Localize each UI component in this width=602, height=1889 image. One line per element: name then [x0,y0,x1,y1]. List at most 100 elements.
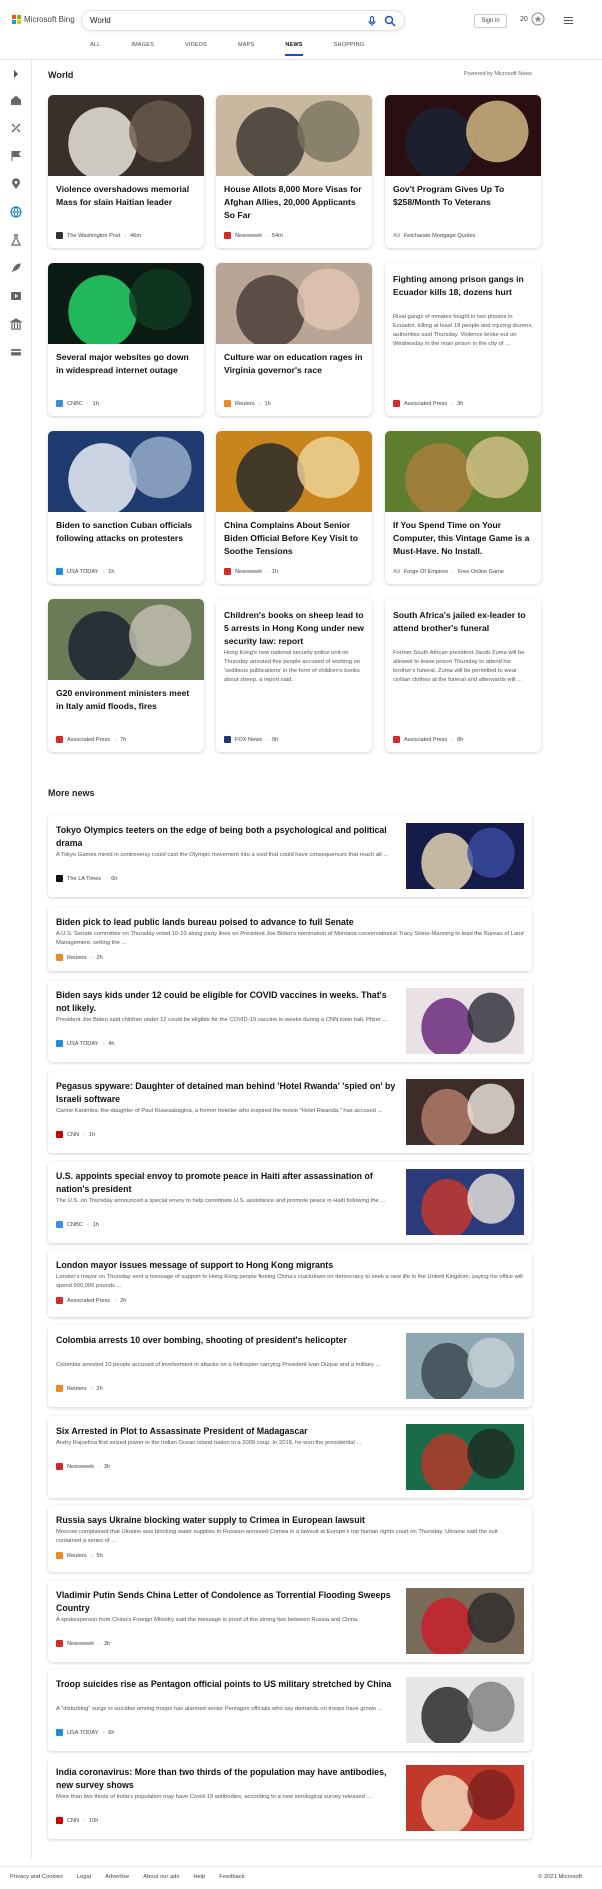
news-card[interactable]: China Complains About Senior Biden Offic… [216,431,372,584]
news-title[interactable]: Russia says Ukraine blocking water suppl… [56,1514,524,1527]
news-thumbnail[interactable] [406,1677,524,1747]
home-icon[interactable] [10,94,22,106]
publisher-name[interactable]: Newsweek [67,1641,94,1647]
footer-link-privacy[interactable]: Privacy and Cookies [10,1874,63,1880]
publisher-name[interactable]: Newsweek [235,569,262,575]
news-thumbnail[interactable] [406,988,524,1058]
news-list-item[interactable]: Colombia arrests 10 over bombing, shooti… [48,1325,532,1407]
publisher-name[interactable]: Newsweek [235,233,262,239]
news-list-item[interactable]: Biden pick to lead public lands bureau p… [48,907,532,971]
publisher-name[interactable]: Reuters [67,955,87,961]
card-title[interactable]: Biden to sanction Cuban officials follow… [56,519,196,545]
tab-videos[interactable]: VIDEOS [185,42,207,56]
news-card[interactable]: Several major websites go down in widesp… [48,263,204,416]
search-icon[interactable] [384,15,396,27]
card-title[interactable]: House Allots 8,000 More Visas for Afghan… [224,183,364,222]
news-thumbnail[interactable] [406,823,524,893]
card-title[interactable]: Several major websites go down in widesp… [56,351,196,377]
publisher-name[interactable]: Associated Press [404,737,447,743]
rewards-points[interactable]: 20 [520,16,528,23]
card-title[interactable]: Children's books on sheep lead to 5 arre… [224,609,364,648]
publisher-name[interactable]: CNN [67,1818,79,1824]
card-image[interactable] [48,431,204,517]
news-card[interactable]: House Allots 8,000 More Visas for Afghan… [216,95,372,248]
news-card[interactable]: Culture war on education rages in Virgin… [216,263,372,416]
card-image[interactable] [48,599,204,685]
tab-images[interactable]: IMAGES [131,42,154,56]
menu-icon[interactable] [564,17,573,24]
card-title[interactable]: Gov't Program Gives Up To $258/Month To … [393,183,533,209]
rewards-icon[interactable] [531,12,545,26]
globe-icon[interactable] [10,206,22,218]
card-title[interactable]: Culture war on education rages in Virgin… [224,351,364,377]
news-list-item[interactable]: Six Arrested in Plot to Assassinate Pres… [48,1416,532,1498]
news-title[interactable]: Biden says kids under 12 could be eligib… [56,989,396,1015]
news-card[interactable]: South Africa's jailed ex-leader to atten… [385,599,541,752]
news-list-item[interactable]: Pegasus spyware: Daughter of detained ma… [48,1071,532,1153]
publisher-name[interactable]: Reuters [67,1386,87,1392]
footer-link-about-ads[interactable]: About our ads [143,1874,179,1880]
card-title[interactable]: G20 environment ministers meet in Italy … [56,687,196,713]
flag-icon[interactable] [10,150,22,162]
news-card[interactable]: If You Spend Time on Your Computer, this… [385,431,541,584]
footer-link-help[interactable]: Help [193,1874,205,1880]
news-thumbnail[interactable] [406,1424,524,1494]
news-card[interactable]: G20 environment ministers meet in Italy … [48,599,204,752]
news-title[interactable]: London mayor issues message of support t… [56,1259,524,1272]
card-title[interactable]: If You Spend Time on Your Computer, this… [393,519,533,558]
news-list-item[interactable]: London mayor issues message of support t… [48,1250,532,1317]
news-title[interactable]: India coronavirus: More than two thirds … [56,1766,396,1792]
publisher-name[interactable]: CNN [67,1132,79,1138]
publisher-name[interactable]: FOX News [235,737,262,743]
search-input[interactable]: World [90,16,111,25]
news-title[interactable]: Biden pick to lead public lands bureau p… [56,916,524,929]
card-image[interactable] [216,95,372,181]
card-title[interactable]: Fighting among prison gangs in Ecuador k… [393,273,533,299]
tab-all[interactable]: ALL [90,42,100,56]
card-title[interactable]: South Africa's jailed ex-leader to atten… [393,609,533,635]
publisher-name[interactable]: The Washington Post [67,233,120,239]
news-card[interactable]: Gov't Program Gives Up To $258/Month To … [385,95,541,248]
card-image[interactable] [48,95,204,181]
news-title[interactable]: Pegasus spyware: Daughter of detained ma… [56,1080,396,1106]
tab-maps[interactable]: MAPS [238,42,254,56]
news-thumbnail[interactable] [406,1588,524,1658]
news-list-item[interactable]: Vladimir Putin Sends China Letter of Con… [48,1580,532,1662]
news-list-item[interactable]: India coronavirus: More than two thirds … [48,1757,532,1839]
search-box[interactable]: World [81,10,405,31]
footer-link-advertise[interactable]: Advertise [105,1874,129,1880]
publisher-name[interactable]: Reuters [235,401,255,407]
expand-icon[interactable] [10,68,22,80]
card-title[interactable]: China Complains About Senior Biden Offic… [224,519,364,558]
location-icon[interactable] [10,178,22,190]
news-list-item[interactable]: Biden says kids under 12 could be eligib… [48,980,532,1062]
news-title[interactable]: Six Arrested in Plot to Assassinate Pres… [56,1425,396,1438]
news-card[interactable]: Violence overshadows memorial Mass for s… [48,95,204,248]
entertainment-icon[interactable] [10,290,22,302]
news-list-item[interactable]: Tokyo Olympics teeters on the edge of be… [48,815,532,897]
card-title[interactable]: Violence overshadows memorial Mass for s… [56,183,196,209]
news-card[interactable]: Children's books on sheep lead to 5 arre… [216,599,372,752]
news-title[interactable]: Tokyo Olympics teeters on the edge of be… [56,824,396,850]
tab-news[interactable]: NEWS [285,42,303,56]
publisher-name[interactable]: USA TODAY [67,569,98,575]
bing-logo[interactable]: Microsoft Bing [12,15,75,24]
science-icon[interactable] [10,234,22,246]
publisher-name[interactable]: Associated Press [404,401,447,407]
news-thumbnail[interactable] [406,1333,524,1403]
sign-in-button[interactable]: Sign in [474,14,507,28]
card-image[interactable] [216,263,372,349]
publisher-name[interactable]: Newsweek [67,1464,94,1470]
publisher-name[interactable]: USA TODAY [67,1730,98,1736]
publisher-name[interactable]: Fetcharate Mortgage Quotes [404,233,476,239]
news-thumbnail[interactable] [406,1079,524,1149]
news-thumbnail[interactable] [406,1765,524,1835]
news-list-item[interactable]: Russia says Ukraine blocking water suppl… [48,1505,532,1572]
news-thumbnail[interactable] [406,1169,524,1239]
microphone-icon[interactable] [366,15,378,27]
card-image[interactable] [385,95,541,181]
news-card[interactable]: Fighting among prison gangs in Ecuador k… [385,263,541,416]
footer-link-legal[interactable]: Legal [77,1874,91,1880]
publisher-name[interactable]: Associated Press [67,737,110,743]
news-card[interactable]: Biden to sanction Cuban officials follow… [48,431,204,584]
